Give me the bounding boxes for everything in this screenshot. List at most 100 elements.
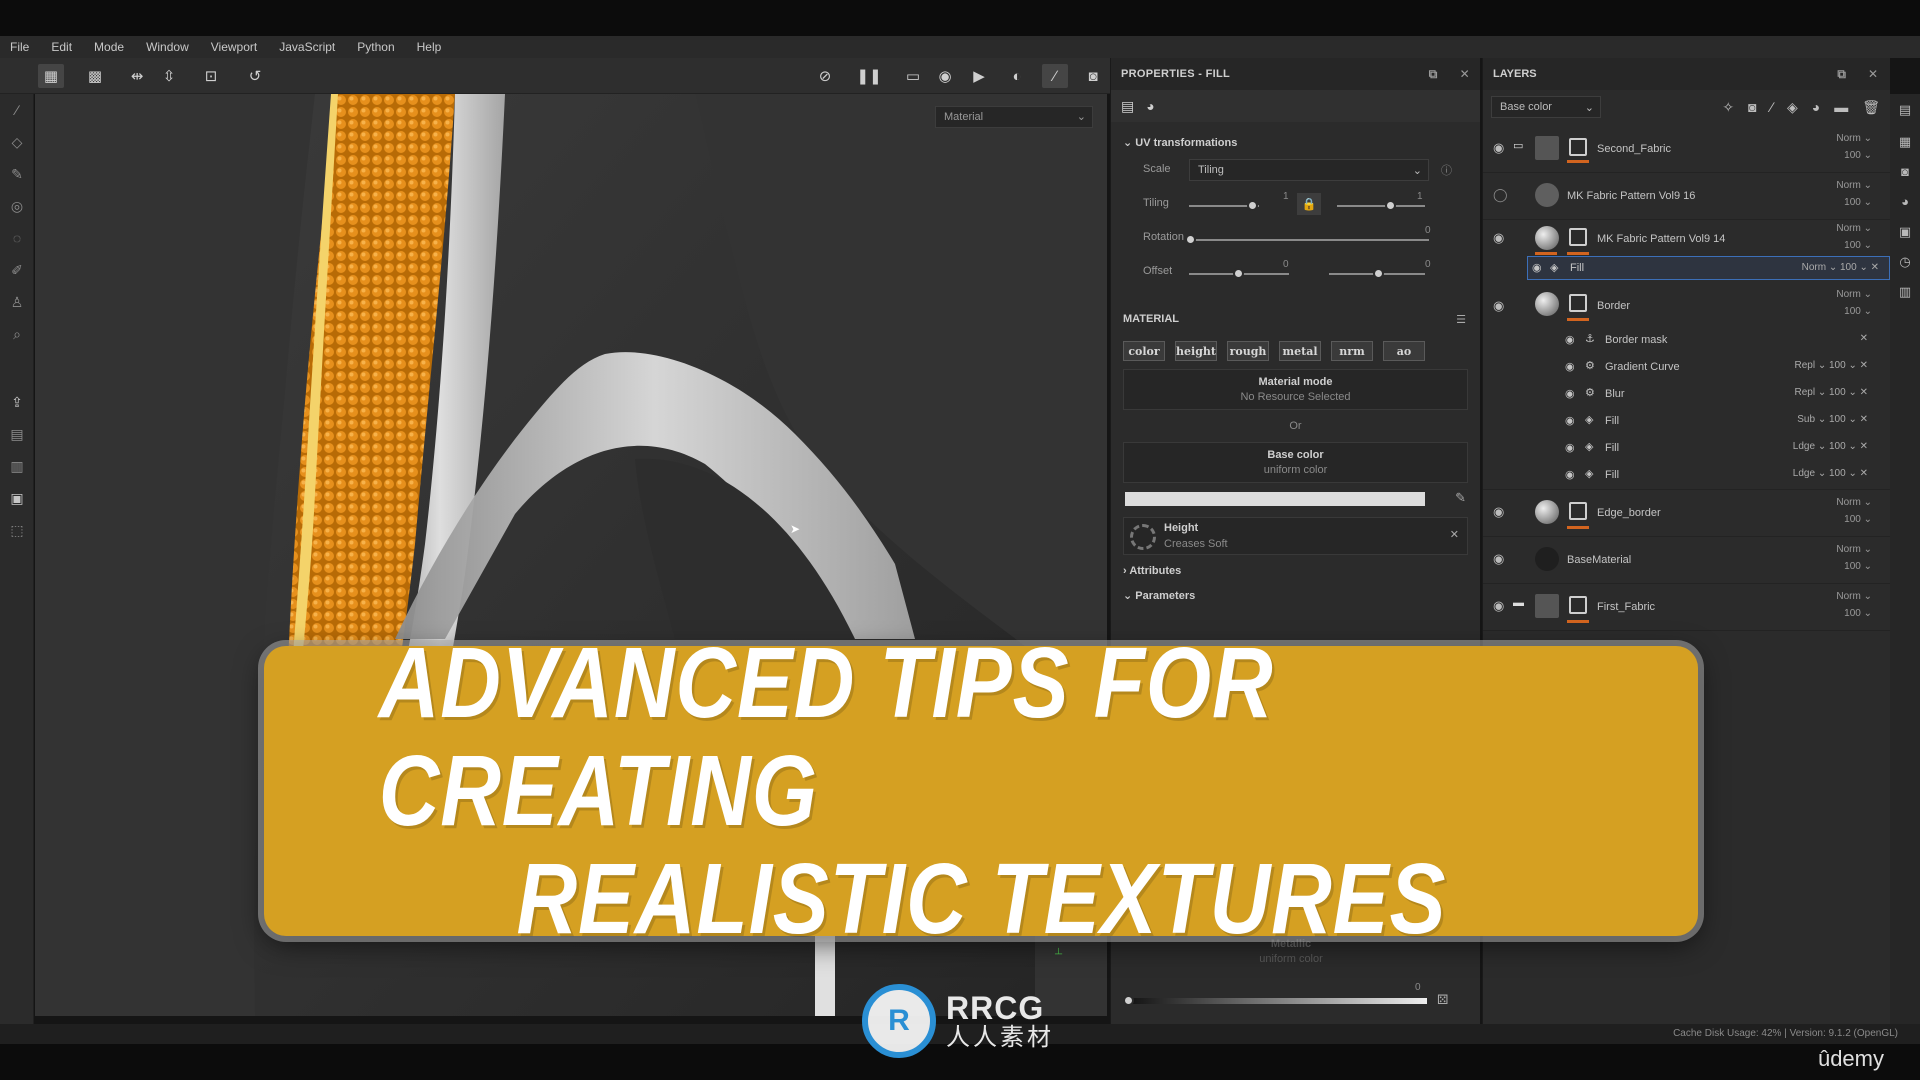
visibility-eye-icon[interactable]: ◉	[1493, 230, 1504, 246]
undock-icon[interactable]: ⧉	[1837, 67, 1846, 82]
layer-row[interactable]: ◉ Edge_border Norm ⌄ 100 ⌄	[1483, 490, 1890, 537]
layer-row[interactable]: ◉ ▭ Second_Fabric Norm ⌄ 100 ⌄	[1483, 126, 1890, 173]
visibility-eye-icon[interactable]: ◉	[1565, 441, 1575, 454]
remove-icon[interactable]: ✕	[1450, 528, 1459, 541]
clone-icon[interactable]: ✐	[7, 260, 27, 280]
channel-rough-chip[interactable]: rough	[1227, 341, 1269, 361]
menu-javascript[interactable]: JavaScript	[279, 40, 335, 54]
add-fill-layer-icon[interactable]: ◈	[1787, 99, 1798, 116]
layer-row[interactable]: ◉ BaseMaterial Norm ⌄ 100 ⌄	[1483, 537, 1890, 584]
close-icon[interactable]: ✕	[1868, 67, 1878, 82]
visibility-eye-icon[interactable]: ◉	[1565, 387, 1575, 400]
environment-icon[interactable]: ◉	[932, 64, 958, 88]
geometry-fill-icon[interactable]: ◎	[7, 196, 27, 216]
visibility-eye-icon[interactable]: ◉	[1565, 468, 1575, 481]
menu-file[interactable]: File	[10, 40, 29, 54]
log-dock-icon[interactable]: ▥	[1897, 284, 1913, 300]
effect-blend[interactable]: Sub ⌄ 100 ⌄ ✕	[1797, 414, 1868, 425]
visibility-eye-icon[interactable]: ◉	[1493, 504, 1504, 520]
effect-blend[interactable]: Repl ⌄ 100 ⌄ ✕	[1794, 360, 1868, 371]
channel-height-chip[interactable]: height	[1175, 341, 1217, 361]
layer-row[interactable]: ◉ MK Fabric Pattern Vol9 14 Norm ⌄ 100 ⌄	[1483, 220, 1890, 256]
layer-blend[interactable]: Norm ⌄ 100 ⌄	[1836, 494, 1872, 528]
visibility-eye-icon[interactable]: ◉	[1493, 598, 1504, 614]
height-slot[interactable]: Height Creases Soft ✕	[1123, 517, 1468, 555]
effect-blend[interactable]: Ldge ⌄ 100 ⌄ ✕	[1793, 468, 1868, 479]
symmetry-y-icon[interactable]: ⇳	[156, 64, 182, 88]
offset-v-knob[interactable]	[1373, 268, 1384, 279]
export-icon[interactable]: ⇪	[7, 392, 27, 412]
grid-options-icon[interactable]: ▩	[82, 64, 108, 88]
tab-layer-properties-icon[interactable]: ▤	[1121, 98, 1134, 115]
material-mode-slot[interactable]: Material mode No Resource Selected	[1123, 369, 1468, 410]
menu-python[interactable]: Python	[357, 40, 394, 54]
shelf-icon[interactable]: ▥	[7, 456, 27, 476]
screenshot-icon[interactable]: ◙	[1080, 64, 1106, 88]
layer-row[interactable]: ◉ ▬ First_Fabric Norm ⌄ 100 ⌄	[1483, 584, 1890, 631]
tiling-v-knob[interactable]	[1385, 200, 1396, 211]
display-settings-dock-icon[interactable]: ◙	[1897, 164, 1913, 180]
close-icon[interactable]: ✕	[1460, 67, 1470, 82]
shader-settings-dock-icon[interactable]: ◕	[1897, 194, 1913, 210]
menu-mode[interactable]: Mode	[94, 40, 124, 54]
effect-row[interactable]: ◉ ⚙ Gradient Curve Repl ⌄ 100 ⌄ ✕	[1483, 355, 1890, 382]
effect-blend[interactable]: Norm ⌄ 100 ⌄ ✕	[1802, 262, 1879, 273]
tiling-v-slider[interactable]	[1337, 205, 1425, 207]
effect-row-selected[interactable]: ◉ ◈ Fill Norm ⌄ 100 ⌄ ✕	[1527, 256, 1890, 280]
visibility-eye-icon[interactable]: ◉	[1565, 414, 1575, 427]
tab-material-icon[interactable]: ◕	[1146, 98, 1154, 114]
metallic-slider[interactable]	[1127, 998, 1427, 1004]
effect-row[interactable]: ◉ ◈ Fill Ldge ⌄ 100 ⌄ ✕	[1483, 436, 1890, 463]
random-seed-icon[interactable]: ⚄	[1437, 992, 1448, 1008]
pause-icon[interactable]: ❚❚	[856, 64, 882, 88]
remove-icon[interactable]: ✕	[1860, 333, 1868, 344]
base-color-slot[interactable]: Base color uniform color	[1123, 442, 1468, 483]
paint-brush-icon[interactable]: ∕	[7, 100, 27, 120]
layer-channel-select[interactable]: Base color ⌄	[1491, 96, 1601, 118]
menu-window[interactable]: Window	[146, 40, 189, 54]
info-icon[interactable]: ⓘ	[1441, 162, 1452, 178]
layer-row[interactable]: ◉ Border Norm ⌄ 100 ⌄	[1483, 284, 1890, 328]
visibility-eye-icon[interactable]: ◉	[1565, 360, 1575, 373]
visibility-eye-icon[interactable]: ◉	[1565, 333, 1575, 346]
camera-view-icon[interactable]: ▭	[900, 64, 926, 88]
grid-view-icon[interactable]: ▦	[38, 64, 64, 88]
symmetry-x-icon[interactable]: ⇹	[124, 64, 150, 88]
parameters-header[interactable]: ⌄ Parameters	[1111, 583, 1480, 608]
scale-select[interactable]: Tiling ⌄	[1189, 159, 1429, 181]
base-color-swatch[interactable]	[1125, 492, 1425, 506]
bake-dock-icon[interactable]: ▣	[1897, 224, 1913, 240]
menu-edit[interactable]: Edit	[51, 40, 72, 54]
effect-row[interactable]: ◉ ◈ Fill Ldge ⌄ 100 ⌄ ✕	[1483, 463, 1890, 490]
smudge-icon[interactable]: ◌	[7, 228, 27, 248]
video-camera-icon[interactable]: ▶	[966, 64, 992, 88]
eraser-icon[interactable]: ◇	[7, 132, 27, 152]
add-mask-icon[interactable]: ◙	[1748, 99, 1756, 116]
hide-icon[interactable]: ⊘	[812, 64, 838, 88]
channel-metal-chip[interactable]: metal	[1279, 341, 1321, 361]
history-dock-icon[interactable]: ◷	[1897, 254, 1913, 270]
channel-ao-chip[interactable]: ao	[1383, 341, 1425, 361]
document-icon[interactable]: ▣	[7, 488, 27, 508]
attributes-header[interactable]: › Attributes	[1111, 559, 1480, 583]
menu-help[interactable]: Help	[417, 40, 442, 54]
rotation-knob[interactable]	[1185, 234, 1196, 245]
reset-icon[interactable]: ↺	[242, 64, 268, 88]
bake-icon[interactable]: ▤	[7, 424, 27, 444]
layer-blend[interactable]: Norm ⌄ 100 ⌄	[1836, 130, 1872, 164]
color-picker-icon[interactable]: ⌕	[7, 324, 27, 344]
texture-set-dock-icon[interactable]: ▦	[1897, 134, 1913, 150]
effect-row[interactable]: ◉ ⚙ Blur Repl ⌄ 100 ⌄ ✕	[1483, 382, 1890, 409]
offset-u-knob[interactable]	[1233, 268, 1244, 279]
layer-blend[interactable]: Norm ⌄ 100 ⌄	[1836, 588, 1872, 622]
list-options-icon[interactable]: ☰	[1456, 313, 1466, 326]
tiling-u-knob[interactable]	[1247, 200, 1258, 211]
viewport-channel-select[interactable]: Material ⌄	[935, 106, 1093, 128]
visibility-eye-icon[interactable]: ◉	[1493, 298, 1504, 314]
undock-icon[interactable]: ⧉	[1429, 67, 1438, 82]
effect-blend[interactable]: Repl ⌄ 100 ⌄ ✕	[1794, 387, 1868, 398]
uv-section-header[interactable]: ⌄ UV transformations	[1111, 130, 1480, 155]
layers-dock-icon[interactable]: ▤	[1897, 102, 1913, 118]
rotation-slider[interactable]	[1189, 239, 1429, 241]
visibility-eye-icon[interactable]: ◉	[1493, 551, 1504, 567]
